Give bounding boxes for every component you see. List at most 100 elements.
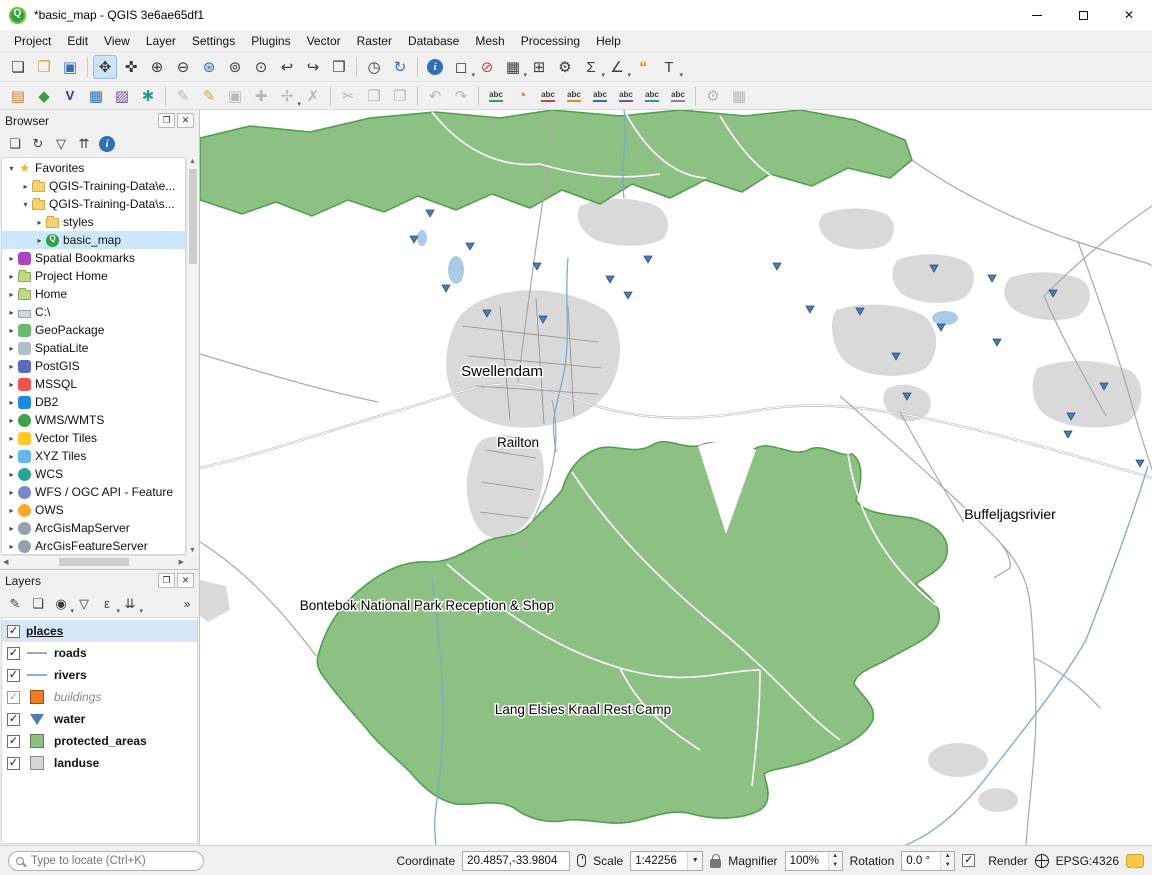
menu-processing[interactable]: Processing [513,31,588,51]
redo-button[interactable]: ↷ [449,84,473,108]
add-mesh-layer-button[interactable]: ▨ [110,84,134,108]
epsg-status[interactable]: EPSG:4326 [1056,854,1119,868]
menu-mesh[interactable]: Mesh [467,31,512,51]
tree-item-wcs[interactable]: ▸WCS [2,465,185,483]
undo-button[interactable]: ↶ [423,84,447,108]
menu-plugins[interactable]: Plugins [243,31,298,51]
minimize-button[interactable] [1014,0,1060,30]
zoom-in-button[interactable]: ⊕ [145,55,169,79]
spin-down-icon[interactable]: ▼ [941,861,954,870]
expand-collapse-all-button[interactable]: ⇊ [119,593,141,615]
open-project-button[interactable]: ❐ [32,55,56,79]
text-annotation-button[interactable]: T [657,55,681,79]
extents-toggle-icon[interactable] [577,854,586,867]
magnifier-input[interactable] [786,855,828,867]
new-project-button[interactable]: ❏ [6,55,30,79]
refresh-browser-button[interactable]: ↻ [27,133,49,155]
pan-map-button[interactable]: ✥ [93,55,117,79]
tree-item-training-data-s[interactable]: ▾QGIS-Training-Data\s... [2,195,185,213]
expander-icon[interactable]: ▸ [19,182,32,191]
expander-icon[interactable]: ▾ [5,164,18,173]
close-panel-button[interactable]: ✕ [177,573,194,588]
new-map-view-button[interactable]: ❒ [327,55,351,79]
delete-selected-button[interactable]: ✗ [301,84,325,108]
menu-vector[interactable]: Vector [299,31,349,51]
deselect-features-button[interactable]: ⊘ [475,55,499,79]
scale-combo[interactable]: ▼ [630,851,703,871]
open-attribute-table-button[interactable]: ▦ [501,55,525,79]
tree-item-project-home[interactable]: ▸Project Home [2,267,185,285]
layer-diagram-options-button[interactable]: ◔ [510,84,534,108]
browser-vertical-scrollbar[interactable]: ▲ ▼ [186,157,198,555]
messages-icon[interactable] [1126,854,1144,868]
spin-up-icon[interactable]: ▲ [829,852,842,861]
tree-item-postgis[interactable]: ▸PostGIS [2,357,185,375]
panel-overflow-button[interactable]: » [179,597,195,611]
measure-line-button[interactable]: ∠ [605,55,629,79]
layer-item-landuse[interactable]: ✓ landuse [2,752,197,774]
expander-icon[interactable]: ▸ [5,290,18,299]
close-button[interactable]: ✕ [1106,0,1152,30]
expander-icon[interactable]: ▸ [5,380,18,389]
expander-icon[interactable]: ▸ [5,416,18,425]
expander-icon[interactable]: ▸ [5,434,18,443]
menu-layer[interactable]: Layer [138,31,184,51]
zoom-to-layer-button[interactable]: ⊙ [249,55,273,79]
filter-browser-button[interactable]: ▽ [50,133,72,155]
current-edits-button[interactable]: ✎ [171,84,195,108]
temporal-controller-button[interactable]: ◷ [362,55,386,79]
properties-button[interactable]: i [96,133,118,155]
menu-view[interactable]: View [96,31,138,51]
menu-database[interactable]: Database [400,31,467,51]
copy-features-button[interactable]: ❐ [362,84,386,108]
add-raster-layer-button[interactable]: ▦ [84,84,108,108]
layer-item-rivers[interactable]: ✓ rivers [2,664,197,686]
expander-icon[interactable]: ▸ [5,362,18,371]
menu-settings[interactable]: Settings [184,31,243,51]
spin-arrows[interactable]: ▲▼ [940,852,954,870]
browser-horizontal-scrollbar[interactable]: ◀ ▶ [1,555,186,568]
add-vector-layer-button[interactable]: V [58,84,82,108]
scrollbar-thumb[interactable] [59,558,129,566]
tree-item-home[interactable]: ▸Home [2,285,185,303]
layer-visibility-checkbox[interactable]: ✓ [7,647,20,660]
layer-item-water[interactable]: ✓ water [2,708,197,730]
add-selected-layers-button[interactable]: ❏ [4,133,26,155]
layer-item-protected-areas[interactable]: ✓ protected_areas [2,730,197,752]
tree-item-c-drive[interactable]: ▸C:\ [2,303,185,321]
menu-raster[interactable]: Raster [349,31,400,51]
spin-down-icon[interactable]: ▼ [829,861,842,870]
add-delimited-text-layer-button[interactable]: ✱ [136,84,160,108]
options-button[interactable]: ⚙ [553,55,577,79]
save-project-button[interactable]: ▣ [58,55,82,79]
zoom-next-button[interactable]: ↪ [301,55,325,79]
rotation-spinbox[interactable]: ▲▼ [901,851,955,871]
tree-item-ows[interactable]: ▸OWS [2,501,185,519]
zoom-full-button[interactable]: ⊛ [197,55,221,79]
menu-edit[interactable]: Edit [59,31,96,51]
menu-project[interactable]: Project [6,31,59,51]
maximize-button[interactable] [1060,0,1106,30]
expander-icon[interactable]: ▸ [33,236,46,245]
python-console-button[interactable]: ▦ [727,84,751,108]
tree-item-xyz-tiles[interactable]: ▸XYZ Tiles [2,447,185,465]
expander-icon[interactable]: ▸ [5,254,18,263]
layer-item-buildings[interactable]: ✓ buildings [2,686,197,708]
select-features-button[interactable]: ◻ [449,55,473,79]
show-hide-labels-button[interactable]: abc [536,84,560,108]
tree-item-styles[interactable]: ▸styles [2,213,185,231]
filter-legend-button[interactable]: ▽ [73,593,95,615]
tree-item-training-data-e[interactable]: ▸QGIS-Training-Data\e... [2,177,185,195]
scrollbar-thumb[interactable] [189,169,197,264]
tree-item-favorites[interactable]: ▾★Favorites [2,159,185,177]
expander-icon[interactable]: ▸ [5,344,18,353]
layer-visibility-checkbox[interactable]: ✓ [7,735,20,748]
lock-scale-icon[interactable] [710,859,721,868]
field-calculator-button[interactable]: ⊞ [527,55,551,79]
scale-input[interactable] [631,855,687,867]
zoom-to-selection-button[interactable]: ⊚ [223,55,247,79]
manage-map-themes-button[interactable]: ◉ [50,593,72,615]
scroll-down-icon[interactable]: ▼ [187,547,198,554]
menu-help[interactable]: Help [588,31,629,51]
move-label-button[interactable]: abc [614,84,638,108]
